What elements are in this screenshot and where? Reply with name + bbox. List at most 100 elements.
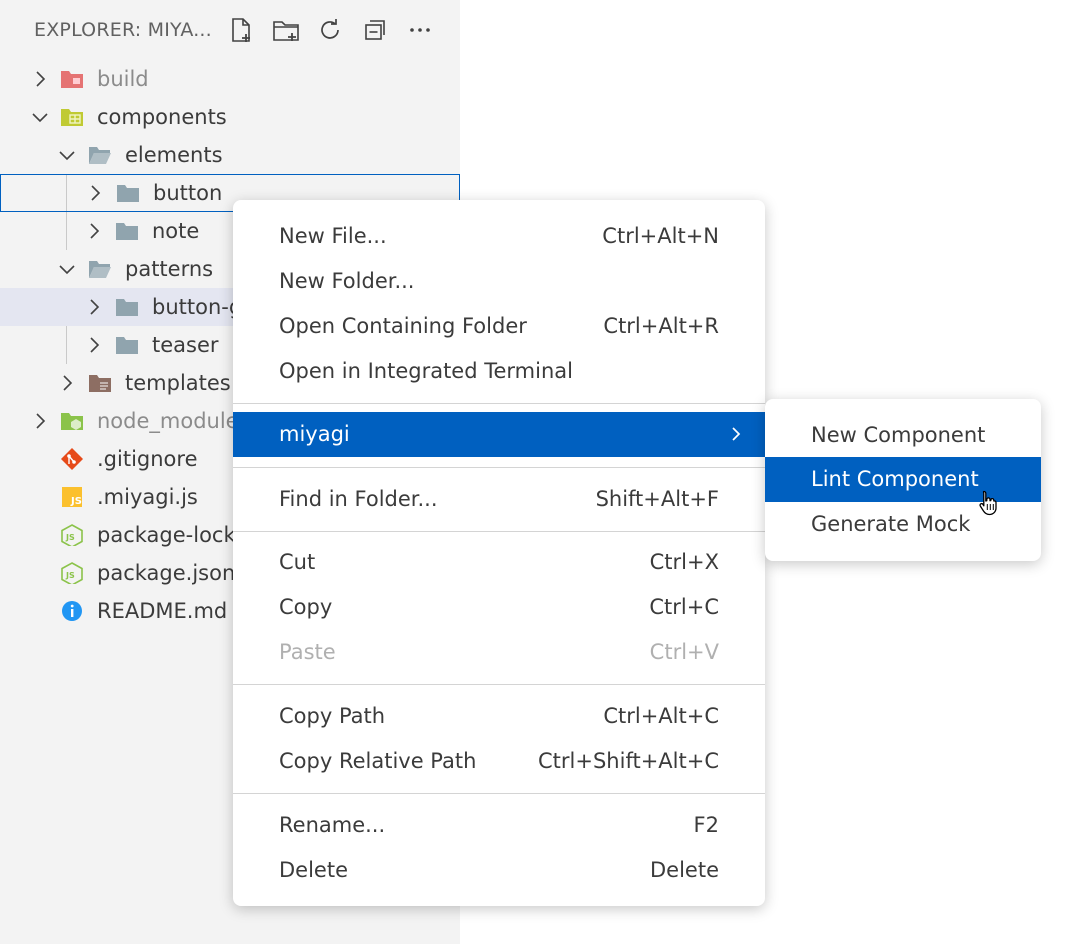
menu-separator bbox=[233, 793, 765, 794]
tree-item-elements[interactable]: elements bbox=[0, 136, 460, 174]
explorer-title: EXPLORER: MIYA... bbox=[34, 19, 212, 41]
svg-text:JS: JS bbox=[65, 533, 75, 542]
folder-icon bbox=[117, 185, 139, 202]
menu-item-label: Generate Mock bbox=[811, 512, 971, 536]
menu-item-label: Copy Path bbox=[279, 704, 386, 728]
svg-text:JS: JS bbox=[70, 496, 82, 507]
tree-item-label: elements bbox=[125, 143, 223, 167]
menu-item-label: Cut bbox=[279, 550, 316, 574]
svg-text:JS: JS bbox=[65, 571, 75, 580]
menu-item-label: Delete bbox=[279, 858, 348, 882]
menu-item-label: New File... bbox=[279, 224, 387, 248]
tree-item-build[interactable]: build bbox=[0, 60, 460, 98]
explorer-header: EXPLORER: MIYA... bbox=[0, 0, 460, 60]
chevron-down-icon bbox=[59, 151, 75, 161]
folder-open-icon bbox=[89, 261, 111, 278]
chevron-right-icon bbox=[91, 185, 101, 201]
node-modules-folder-icon bbox=[61, 413, 83, 430]
tree-item-label: components bbox=[97, 105, 227, 129]
hand-pointer-cursor-icon bbox=[979, 490, 997, 516]
refresh-icon[interactable] bbox=[314, 14, 346, 46]
menu-item-label: Rename... bbox=[279, 813, 386, 837]
folder-icon bbox=[116, 223, 138, 240]
menu-item-paste: Paste Ctrl+V bbox=[233, 630, 765, 675]
tree-item-label: button bbox=[153, 181, 223, 205]
folder-icon bbox=[116, 337, 138, 354]
menu-item-open-containing-folder[interactable]: Open Containing Folder Ctrl+Alt+R bbox=[233, 304, 765, 349]
menu-item-shortcut: F2 bbox=[693, 813, 719, 837]
tree-item-label: patterns bbox=[125, 257, 214, 281]
chevron-right-icon bbox=[36, 71, 46, 87]
tree-item-label: build bbox=[97, 67, 149, 91]
menu-item-copy-relative-path[interactable]: Copy Relative Path Ctrl+Shift+Alt+C bbox=[233, 739, 765, 784]
nodejs-icon: JS bbox=[61, 524, 83, 546]
menu-item-label: Open in Integrated Terminal bbox=[279, 359, 573, 383]
miyagi-submenu: New Component Lint Component Generate Mo… bbox=[765, 399, 1041, 561]
tree-item-label: templates bbox=[125, 371, 231, 395]
collapse-all-icon[interactable] bbox=[359, 14, 391, 46]
more-actions-icon[interactable] bbox=[404, 14, 436, 46]
menu-item-label: Find in Folder... bbox=[279, 487, 438, 511]
menu-item-shortcut: Ctrl+X bbox=[649, 550, 719, 574]
menu-item-label: Lint Component bbox=[811, 467, 979, 491]
menu-separator bbox=[233, 467, 765, 468]
chevron-right-icon bbox=[732, 427, 741, 441]
menu-item-find-in-folder[interactable]: Find in Folder... Shift+Alt+F bbox=[233, 477, 765, 522]
folder-open-icon bbox=[89, 147, 111, 164]
menu-item-shortcut: Ctrl+C bbox=[649, 595, 719, 619]
tree-item-label: note bbox=[152, 219, 200, 243]
menu-item-label: Paste bbox=[279, 640, 336, 664]
info-icon bbox=[62, 601, 82, 621]
menu-item-miyagi[interactable]: miyagi bbox=[233, 412, 765, 457]
new-folder-icon[interactable] bbox=[270, 14, 302, 46]
chevron-right-icon bbox=[63, 375, 73, 391]
menu-separator bbox=[233, 531, 765, 532]
menu-item-shortcut: Delete bbox=[650, 858, 719, 882]
menu-item-new-folder[interactable]: New Folder... bbox=[233, 259, 765, 304]
nodejs-icon: JS bbox=[61, 562, 83, 584]
tree-item-label: node_module bbox=[97, 409, 239, 433]
chevron-down-icon bbox=[32, 113, 48, 123]
menu-item-cut[interactable]: Cut Ctrl+X bbox=[233, 540, 765, 585]
tree-item-label: button-g bbox=[152, 295, 243, 319]
menu-item-label: miyagi bbox=[279, 422, 350, 446]
tree-item-label: package-lock. bbox=[97, 523, 243, 547]
menu-item-shortcut: Ctrl+Alt+N bbox=[602, 224, 719, 248]
menu-item-rename[interactable]: Rename... F2 bbox=[233, 803, 765, 848]
menu-item-label: Copy bbox=[279, 595, 333, 619]
git-icon bbox=[61, 448, 83, 470]
menu-item-shortcut: Ctrl+Alt+C bbox=[603, 704, 719, 728]
menu-item-shortcut: Ctrl+V bbox=[649, 640, 719, 664]
menu-item-new-file[interactable]: New File... Ctrl+Alt+N bbox=[233, 214, 765, 259]
menu-separator bbox=[233, 684, 765, 685]
menu-item-label: Copy Relative Path bbox=[279, 749, 477, 773]
menu-item-copy[interactable]: Copy Ctrl+C bbox=[233, 585, 765, 630]
tree-item-label: .miyagi.js bbox=[97, 485, 198, 509]
menu-separator bbox=[233, 403, 765, 404]
menu-item-open-in-terminal[interactable]: Open in Integrated Terminal bbox=[233, 349, 765, 394]
tree-item-components[interactable]: components bbox=[0, 98, 460, 136]
menu-item-shortcut: Ctrl+Alt+R bbox=[603, 314, 719, 338]
tree-item-label: teaser bbox=[152, 333, 219, 357]
templates-folder-icon bbox=[89, 375, 111, 392]
menu-item-shortcut: Shift+Alt+F bbox=[595, 487, 719, 511]
folder-icon bbox=[116, 299, 138, 316]
chevron-right-icon bbox=[90, 337, 100, 353]
new-file-icon[interactable] bbox=[225, 14, 257, 46]
tree-item-label: package.json bbox=[97, 561, 236, 585]
menu-item-label: New Folder... bbox=[279, 269, 415, 293]
submenu-item-new-component[interactable]: New Component bbox=[765, 413, 1041, 458]
menu-item-label: Open Containing Folder bbox=[279, 314, 527, 338]
menu-item-label: New Component bbox=[811, 423, 986, 447]
build-folder-icon bbox=[61, 71, 83, 88]
js-file-icon: JS bbox=[62, 487, 82, 507]
tree-item-label: README.md bbox=[97, 599, 228, 623]
chevron-down-icon bbox=[59, 265, 75, 275]
menu-item-copy-path[interactable]: Copy Path Ctrl+Alt+C bbox=[233, 694, 765, 739]
menu-item-delete[interactable]: Delete Delete bbox=[233, 848, 765, 893]
components-folder-icon bbox=[61, 109, 83, 126]
chevron-right-icon bbox=[36, 413, 46, 429]
context-menu: New File... Ctrl+Alt+N New Folder... Ope… bbox=[233, 200, 765, 906]
menu-item-shortcut: Ctrl+Shift+Alt+C bbox=[538, 749, 719, 773]
chevron-right-icon bbox=[90, 299, 100, 315]
